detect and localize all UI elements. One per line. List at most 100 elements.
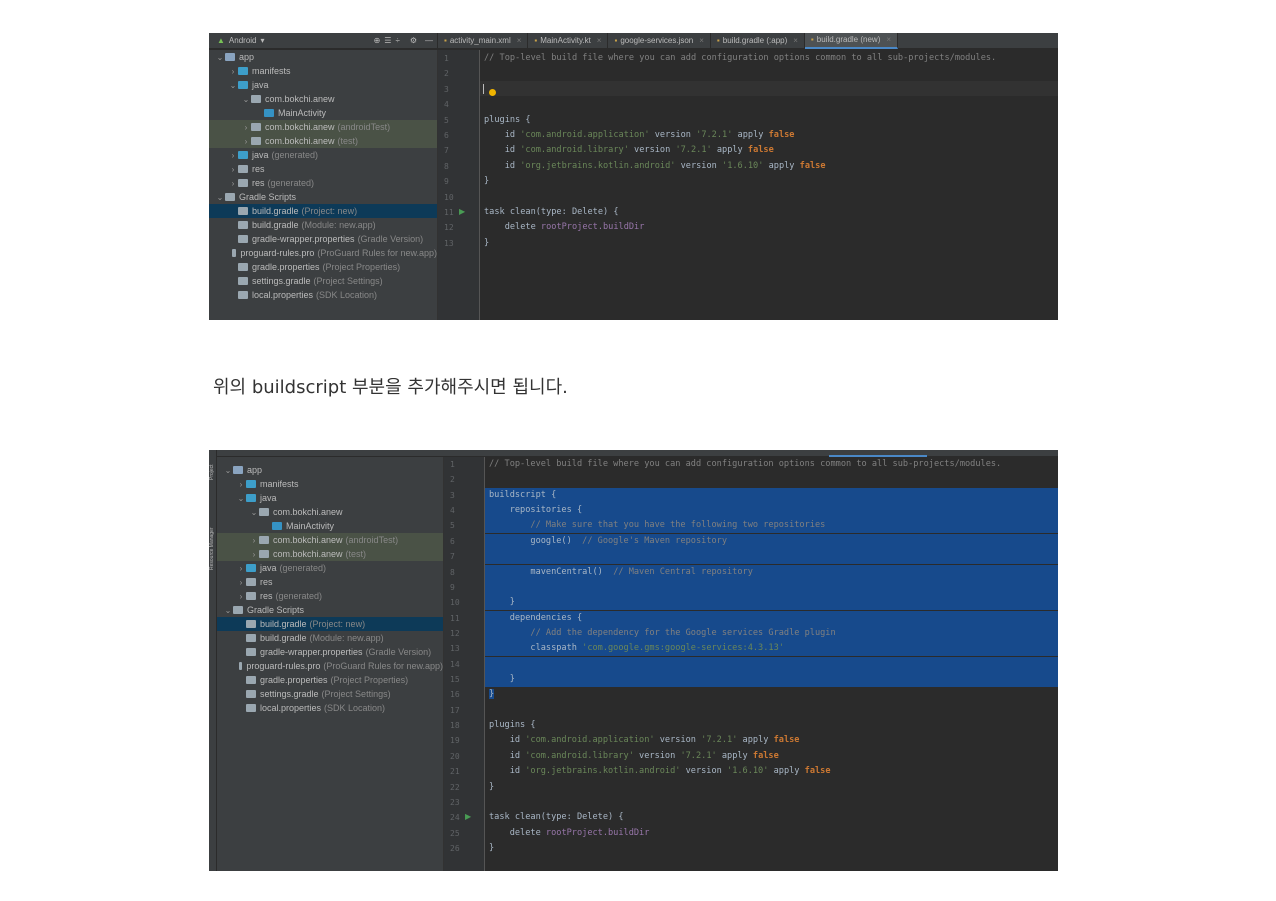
tree-item[interactable]: build.gradle (Module: new.app) <box>209 218 437 232</box>
run-icon[interactable]: ▶ <box>459 207 465 216</box>
run-icon[interactable]: ▶ <box>465 812 471 821</box>
minimize-icon[interactable]: — <box>425 36 433 45</box>
tree-item[interactable]: ⌄ java <box>209 78 437 92</box>
tree-item[interactable]: › java (generated) <box>217 561 443 575</box>
code-token-pl: apply <box>732 130 769 140</box>
android-icon: ▲ <box>217 36 225 45</box>
tree-item[interactable]: › java (generated) <box>209 148 437 162</box>
code-token-cm: // Add the dependency for the Google ser… <box>489 627 836 638</box>
code-line: task clean(type: Delete) { <box>485 810 1058 825</box>
properties-file-icon <box>238 263 248 271</box>
tree-item[interactable]: › res <box>209 162 437 176</box>
tree-item[interactable]: local.properties (SDK Location) <box>209 288 437 302</box>
close-icon[interactable]: × <box>793 36 798 45</box>
chevron-icon[interactable]: ⌄ <box>249 508 259 517</box>
tree-item[interactable]: settings.gradle (Project Settings) <box>209 274 437 288</box>
tree-item[interactable]: gradle-wrapper.properties (Gradle Version… <box>217 645 443 659</box>
chevron-icon[interactable]: › <box>241 123 251 132</box>
tree-item[interactable]: ⌄ Gradle Scripts <box>209 190 437 204</box>
tree-item[interactable]: › res <box>217 575 443 589</box>
tree-item-label: com.bokchi.anew <box>265 94 335 104</box>
tree-item[interactable]: build.gradle (Project: new) <box>209 204 437 218</box>
tree-item[interactable]: ⌄ java <box>217 491 443 505</box>
tree-item[interactable]: gradle.properties (Project Properties) <box>209 260 437 274</box>
chevron-icon[interactable]: ⌄ <box>215 193 225 202</box>
tree-item[interactable]: gradle-wrapper.properties (Gradle Version… <box>209 232 437 246</box>
locate-icon[interactable]: ⊕ <box>374 36 381 45</box>
line-number: 13 <box>444 238 454 248</box>
chevron-icon[interactable]: ⌄ <box>223 606 233 615</box>
chevron-icon[interactable]: › <box>228 67 238 76</box>
chevron-icon[interactable]: › <box>228 179 238 188</box>
close-icon[interactable]: × <box>699 36 704 45</box>
editor-tab[interactable]: ▪ google-services.json × <box>608 33 711 49</box>
side-tab-resource-manager[interactable]: Resource Manager <box>209 495 217 570</box>
chevron-icon[interactable]: › <box>241 137 251 146</box>
lightbulb-icon[interactable] <box>489 89 496 96</box>
chevron-icon[interactable]: › <box>249 550 259 559</box>
tree-item[interactable]: ⌄ app <box>209 50 437 64</box>
code-line: plugins { <box>480 113 1058 128</box>
chevron-icon[interactable]: › <box>236 480 246 489</box>
chevron-icon[interactable]: › <box>228 165 238 174</box>
code-line: } <box>485 780 1058 795</box>
chevron-icon[interactable]: › <box>228 151 238 160</box>
editor-tab[interactable]: ▪ MainActivity.kt × <box>528 33 609 49</box>
code-editor[interactable]: // Top-level build file where you can ad… <box>485 457 1058 871</box>
tree-item[interactable]: MainActivity <box>217 519 443 533</box>
close-icon[interactable]: × <box>597 36 602 45</box>
code-token-kw: false <box>752 750 779 761</box>
text-file-icon <box>239 662 243 670</box>
editor-tab[interactable]: ▪ build.gradle (:app) × <box>711 33 805 49</box>
text-file-icon <box>232 249 237 257</box>
tree-item[interactable]: ⌄ com.bokchi.anew <box>209 92 437 106</box>
tree-item[interactable]: › com.bokchi.anew (test) <box>209 134 437 148</box>
close-icon[interactable]: × <box>886 35 891 44</box>
tree-item[interactable]: ⌄ app <box>217 463 443 477</box>
chevron-icon[interactable]: ⌄ <box>236 494 246 503</box>
tree-item[interactable]: › com.bokchi.anew (androidTest) <box>217 533 443 547</box>
chevron-icon[interactable]: › <box>236 564 246 573</box>
line-number: 5 <box>444 115 449 125</box>
collapse-all-icon[interactable]: ÷ <box>395 36 399 45</box>
code-token-cm: // Top-level build file where you can ad… <box>489 459 1002 469</box>
chevron-icon[interactable]: ⌄ <box>215 53 225 62</box>
tree-item[interactable]: › manifests <box>217 477 443 491</box>
tree-item[interactable]: settings.gradle (Project Settings) <box>217 687 443 701</box>
line-number: 18 <box>450 721 460 731</box>
tree-item[interactable]: › com.bokchi.anew (androidTest) <box>209 120 437 134</box>
tree-item[interactable]: gradle.properties (Project Properties) <box>217 673 443 687</box>
tree-item[interactable]: local.properties (SDK Location) <box>217 701 443 715</box>
tree-item[interactable]: build.gradle (Project: new) <box>217 617 443 631</box>
tree-item[interactable]: › res (generated) <box>209 176 437 190</box>
tree-item-label: com.bokchi.anew <box>265 136 335 146</box>
close-icon[interactable]: × <box>517 36 522 45</box>
code-editor[interactable]: // Top-level build file where you can ad… <box>480 50 1058 320</box>
chevron-icon[interactable]: ⌄ <box>223 466 233 475</box>
tree-item[interactable]: › com.bokchi.anew (test) <box>217 547 443 561</box>
tree-item[interactable]: › res (generated) <box>217 589 443 603</box>
chevron-icon[interactable]: › <box>236 578 246 587</box>
chevron-icon[interactable]: › <box>249 536 259 545</box>
gear-icon[interactable]: ⚙ <box>410 36 417 45</box>
line-number: 21 <box>450 767 460 777</box>
tree-item[interactable]: MainActivity <box>209 106 437 120</box>
tree-item[interactable]: ⌄ Gradle Scripts <box>217 603 443 617</box>
tree-item[interactable]: proguard-rules.pro (ProGuard Rules for ne… <box>209 246 437 260</box>
chevron-down-icon[interactable]: ▾ <box>261 36 265 45</box>
chevron-icon[interactable]: › <box>236 592 246 601</box>
chevron-icon[interactable]: ⌄ <box>228 81 238 90</box>
side-tab-project[interactable]: Project <box>209 452 217 480</box>
gradle-icon: ▪ <box>810 35 814 44</box>
tree-item[interactable]: proguard-rules.pro (ProGuard Rules for ne… <box>217 659 443 673</box>
editor-tab[interactable]: ▪ build.gradle (new) × <box>804 33 899 49</box>
expand-all-icon[interactable]: ☰ <box>384 36 391 45</box>
chevron-icon[interactable]: ⌄ <box>241 95 251 104</box>
editor-tab[interactable]: ▪ activity_main.xml × <box>438 33 529 49</box>
project-view-selector[interactable]: Android <box>229 36 257 45</box>
code-token-kw: false <box>773 735 800 746</box>
tree-item[interactable]: ⌄ com.bokchi.anew <box>217 505 443 519</box>
tree-item[interactable]: › manifests <box>209 64 437 78</box>
tree-item[interactable]: build.gradle (Module: new.app) <box>217 631 443 645</box>
code-token-str: '1.6.10' <box>722 160 764 171</box>
